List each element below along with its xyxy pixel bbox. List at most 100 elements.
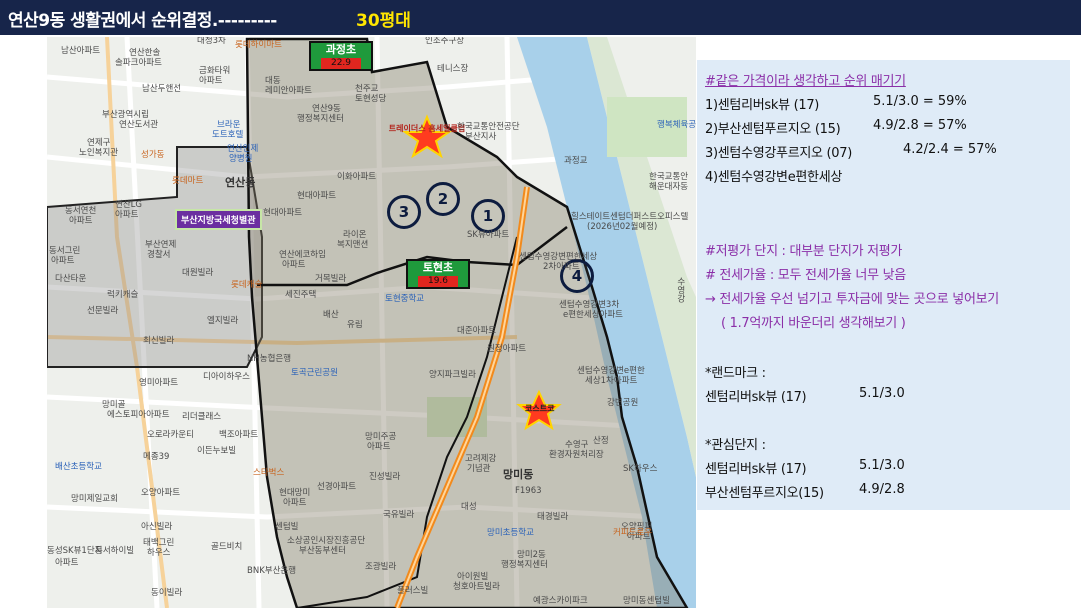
map-label: 망미동센텀빌 <box>623 596 670 606</box>
map-label: 배산초등학교 <box>55 462 102 472</box>
map-label: 연산인제 <box>227 144 259 154</box>
map-label: 아파트 <box>51 256 75 266</box>
map-label: 도트호텔 <box>212 130 244 140</box>
school-name: 토현초 <box>422 261 454 274</box>
map-label: 이든누보빌 <box>197 446 237 456</box>
map-label: 환경자원처리장 <box>549 450 604 460</box>
ranking-item-2: 2)부산센텀푸르지오 (15) <box>705 122 841 137</box>
map-label: 성가동 <box>141 150 165 160</box>
rank-marker-1[interactable]: 1 <box>471 199 505 233</box>
map-label: 다산타운 <box>55 274 87 284</box>
school-tohyeon[interactable]: 토현초 19.6 <box>406 259 470 289</box>
map-label: 럭키캐슬 <box>107 290 139 300</box>
map-label: 메종39 <box>143 452 170 462</box>
map-label: 솔파크아파트 <box>115 58 162 68</box>
map-label: 국유빌라 <box>383 510 415 520</box>
map-label: 아파트 <box>115 210 139 220</box>
notes-panel: #같은 가격이라 생각하고 순위 매기기 1)센텀리버sk뷰 (17) 5.1/… <box>697 60 1070 510</box>
map-label: 망미제일교회 <box>71 494 118 504</box>
map-label: 골드비치 <box>211 542 243 552</box>
map-label: 대성 <box>461 502 477 512</box>
map-label: 청호아트빌라 <box>453 582 500 592</box>
map-label: 노인복지관 <box>79 148 119 158</box>
map-label: 유림 <box>347 320 363 330</box>
map-label: 행정복지센터 <box>297 114 344 124</box>
map-label: 동서하이빌 <box>95 546 135 556</box>
school-score: 19.6 <box>418 275 458 287</box>
star-label-costco: 코스트코 <box>525 404 555 413</box>
rank-marker-2[interactable]: 2 <box>426 182 460 216</box>
map-label: 부산연제 <box>145 240 177 250</box>
map-label: 센텀수영강변e편한 <box>577 366 645 376</box>
star-label-traders: 트레이더스 홈세일클럽 <box>388 124 466 133</box>
map-label: 행복체육공원 <box>657 120 696 130</box>
map-label: 태경빌라 <box>537 512 569 522</box>
title-bar: 연산9동 생활권에서 순위결정.--------- 30평대 <box>0 0 1081 35</box>
map-label: 선경아파트 <box>317 482 357 492</box>
map-label: 스타벅스 <box>253 468 285 478</box>
ranking-heading: #같은 가격이라 생각하고 순위 매기기 <box>705 74 906 89</box>
interest-item-1: 센텀리버sk뷰 (17) <box>705 462 807 477</box>
tax-office-tag[interactable]: 부산지방국세청별관 <box>175 209 262 230</box>
rank-marker-3[interactable]: 3 <box>387 195 421 229</box>
map-label: 부산동부센터 <box>299 546 346 556</box>
map-label: 남산두핸선 <box>142 84 182 94</box>
map-label: 진성빌라 <box>369 472 401 482</box>
map-label: 오로라카운티 <box>147 430 194 440</box>
map-label: 연산한솔 <box>129 48 161 58</box>
map-label: e편한세상아파트 <box>563 310 623 320</box>
map-label: 기념관 <box>467 464 491 474</box>
map-label: 토현중학교 <box>385 294 425 304</box>
map-label: 연산도서관 <box>119 120 159 130</box>
map-label: 망미주공 <box>365 432 397 442</box>
slide-title-accent: 30평대 <box>356 11 411 31</box>
map-label: 현대망미 <box>279 488 311 498</box>
map-label: F1963 <box>515 486 542 496</box>
ranking-calc-2: 4.9/2.8 = 57% <box>873 118 967 133</box>
map-label: 플러스빌 <box>397 586 429 596</box>
map-label: 아파트 <box>367 442 391 452</box>
map-label: 망미2동 <box>517 550 546 560</box>
map-label: 롯데하이마트 <box>235 40 282 50</box>
map-label: 태백그린 <box>143 538 175 548</box>
map-label: 동이빌라 <box>151 588 183 598</box>
map-label: 센텀빌 <box>275 522 299 532</box>
map-label: 망미골 <box>102 400 126 410</box>
map-label: 동서연천 <box>65 206 97 216</box>
map-label: 연제구 <box>87 138 111 148</box>
map-label: 거목빌라 <box>315 274 347 284</box>
ranking-calc-3: 4.2/2.4 = 57% <box>903 142 997 157</box>
map-view[interactable]: 과정초 22.9 토현초 19.6 부산지방국세청별관 1 2 3 4 트레이더… <box>47 37 696 608</box>
school-score: 22.9 <box>321 57 361 69</box>
map-label: 2차아파트 <box>543 262 580 272</box>
school-gwajeong[interactable]: 과정초 22.9 <box>309 41 373 71</box>
landmark-value: 5.1/3.0 <box>859 386 905 401</box>
map-label: 소상공인시장진흥공단 <box>287 536 366 546</box>
map-label: 리더클래스 <box>182 412 222 422</box>
map-label: 최신빌라 <box>143 336 175 346</box>
map-label: 디아이하우스 <box>203 372 250 382</box>
map-label: 연산에코하임 <box>279 250 326 260</box>
map-label: 엘지빌라 <box>207 316 239 326</box>
map-label: 연산9동 <box>312 104 341 114</box>
ranking-item-3: 3)센텀수영강푸르지오 (07) <box>705 146 853 161</box>
map-label: SK뷰아파트 <box>467 230 510 240</box>
map-label: 예광스카이파크 <box>533 596 588 606</box>
map-label: 영미아파트 <box>139 378 179 388</box>
map-label: 산정 <box>593 436 609 446</box>
map-label: 대준아파트 <box>457 326 497 336</box>
map-label: (2026년02월예정) <box>587 222 658 232</box>
map-label: 센텀수영강변3차 <box>559 300 620 310</box>
map-label: 하우스 <box>147 548 171 558</box>
map-label: 세상1차아파트 <box>585 376 638 386</box>
map-label: 경찰서 <box>147 250 171 260</box>
map-label: 부산광역시립 <box>102 110 149 120</box>
map-label: 에스토피아아파트 <box>107 410 170 420</box>
map-label: 과정교 <box>564 156 588 166</box>
map-label: 수영강 <box>675 277 686 303</box>
slide-title: 연산9동 생활권에서 순위결정.--------- <box>8 11 277 31</box>
map-label: 행정복지센터 <box>501 560 548 570</box>
map-label: 한국교통안전공단 <box>457 122 520 132</box>
map-label: 원정아파트 <box>487 344 527 354</box>
map-label: 아파트 <box>55 558 79 568</box>
